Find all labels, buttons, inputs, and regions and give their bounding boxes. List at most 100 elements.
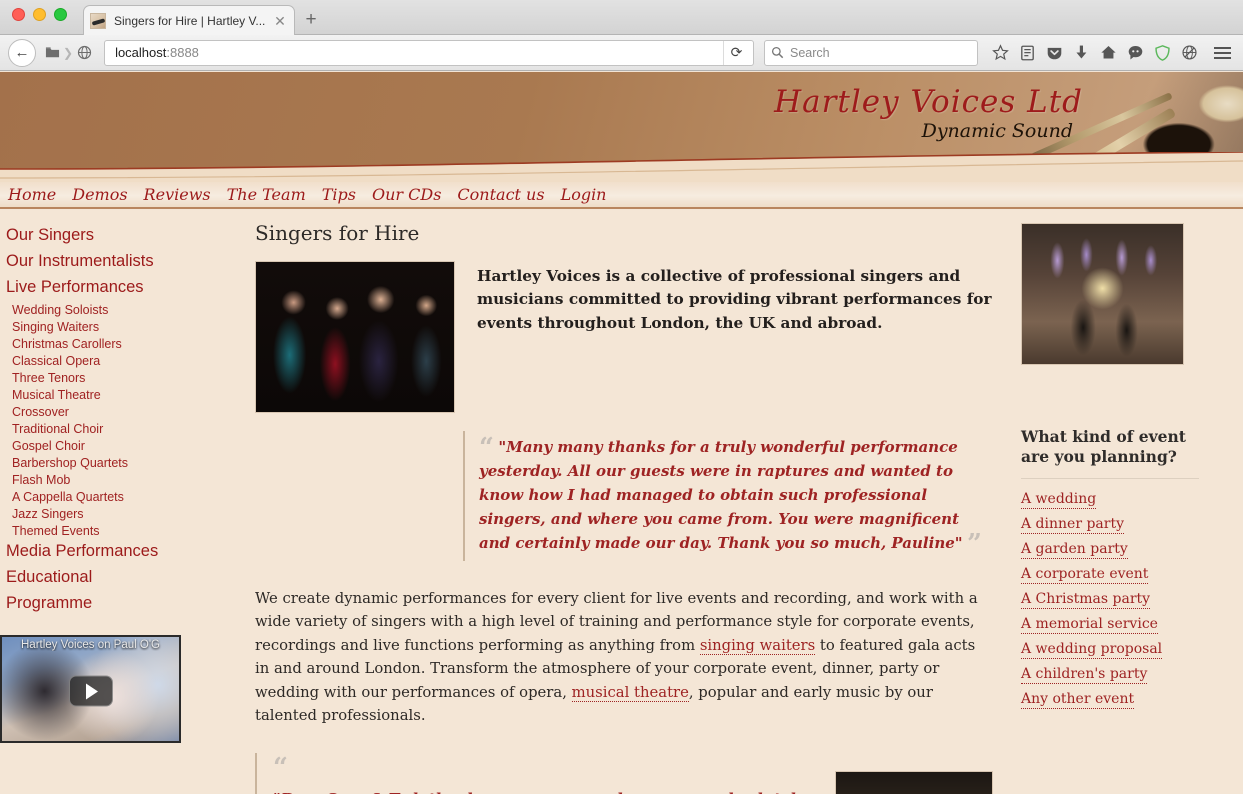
- event-link-a-childrens-party[interactable]: A children's party: [1021, 666, 1148, 684]
- page-body: Our Singers Our Instrumentalists Live Pe…: [0, 209, 1243, 794]
- browser-titlebar: Singers for Hire | Hartley V... ✕ +: [0, 0, 1243, 35]
- site-brand-title: Hartley Voices Ltd: [774, 84, 1083, 120]
- link-singing-waiters[interactable]: singing waiters: [699, 636, 816, 655]
- page-viewport: Hartley Voices Ltd Dynamic Sound Be clos…: [0, 72, 1243, 794]
- open-quote-icon-2: “: [273, 755, 811, 781]
- chat-icon[interactable]: [1123, 40, 1147, 66]
- nav-item: Login: [561, 185, 607, 205]
- sidebar-item-media-performances[interactable]: Media Performances: [6, 539, 195, 565]
- shield-icon[interactable]: [1150, 40, 1174, 66]
- nav-link-the-team[interactable]: The Team: [227, 185, 306, 204]
- open-quote-icon: “: [479, 433, 494, 463]
- nav-item: Reviews: [144, 185, 211, 205]
- dinner-performance-image: [835, 771, 993, 794]
- sidebar-item-jazz-singers[interactable]: Jazz Singers: [6, 505, 195, 522]
- event-link-a-christmas-party[interactable]: A Christmas party: [1021, 591, 1151, 609]
- event-link-a-wedding[interactable]: A wedding: [1021, 491, 1097, 509]
- nav-link-contact-us[interactable]: Contact us: [457, 185, 544, 204]
- breadcrumb-separator-icon: ❯: [63, 45, 74, 60]
- sidebar-item-a-cappella-quartets[interactable]: A Cappella Quartets: [6, 488, 195, 505]
- sidebar-item-singing-waiters[interactable]: Singing Waiters: [6, 318, 195, 335]
- event-link-a-memorial-service[interactable]: A memorial service: [1021, 616, 1158, 634]
- testimonial-1-text: "Many many thanks for a truly wonderful …: [479, 438, 963, 552]
- nav-link-demos[interactable]: Demos: [72, 185, 127, 204]
- site-header-banner: Hartley Voices Ltd Dynamic Sound Be clos…: [0, 72, 1243, 182]
- site-main-nav: Home Demos Reviews The Team Tips Our CDs…: [0, 182, 1243, 209]
- event-link-a-wedding-proposal[interactable]: A wedding proposal: [1021, 641, 1163, 659]
- marquee-performance-image: [1021, 223, 1184, 365]
- sidebar-item-three-tenors[interactable]: Three Tenors: [6, 369, 195, 386]
- play-button-icon[interactable]: [68, 675, 113, 707]
- nav-item: Demos: [72, 185, 127, 205]
- new-tab-button[interactable]: +: [300, 10, 322, 32]
- pocket-icon[interactable]: [1042, 40, 1066, 66]
- link-musical-theatre[interactable]: musical theatre: [571, 683, 689, 702]
- event-link-a-dinner-party[interactable]: A dinner party: [1021, 516, 1124, 534]
- event-link-any-other-event[interactable]: Any other event: [1021, 691, 1135, 709]
- video-player-widget[interactable]: Hartley Voices on Paul O'G: [0, 635, 181, 743]
- right-sidebar: What kind of event are you planning? A w…: [1011, 209, 1243, 794]
- main-content: Singers for Hire Hartley Voices is a col…: [195, 209, 1011, 794]
- minimize-window-button[interactable]: [33, 8, 46, 21]
- back-button[interactable]: ←: [8, 38, 36, 67]
- intro-lead-paragraph: Hartley Voices is a collective of profes…: [477, 267, 992, 332]
- reload-icon[interactable]: ⟳: [723, 40, 749, 65]
- browser-window: Singers for Hire | Hartley V... ✕ + ← ❯ …: [0, 0, 1243, 794]
- globe-icon[interactable]: [74, 43, 94, 63]
- testimonial-2-text: "Dear Sara & Ted, thank you so very much…: [273, 787, 811, 794]
- address-bar[interactable]: localhost:8888 ⟳: [104, 39, 754, 66]
- sidebar-item-traditional-choir[interactable]: Traditional Choir: [6, 420, 195, 437]
- sidebar-item-live-performances[interactable]: Live Performances: [6, 275, 195, 301]
- sidebar-item-christmas-carollers[interactable]: Christmas Carollers: [6, 335, 195, 352]
- url-host: localhost: [115, 45, 167, 60]
- nav-link-home[interactable]: Home: [8, 185, 56, 204]
- bookmark-star-icon[interactable]: [988, 40, 1012, 66]
- testimonial-2: “ "Dear Sara & Ted, thank you so very mu…: [255, 753, 811, 794]
- body-paragraph: We create dynamic performances for every…: [255, 587, 993, 727]
- menu-icon[interactable]: [1209, 40, 1235, 66]
- video-title: Hartley Voices on Paul O'G: [21, 639, 160, 651]
- sidebar-item-programme[interactable]: Programme: [6, 591, 195, 617]
- event-link-a-corporate-event[interactable]: A corporate event: [1021, 566, 1149, 584]
- folder-icon[interactable]: [42, 43, 62, 63]
- downloads-icon[interactable]: [1069, 40, 1093, 66]
- sidebar-item-educational[interactable]: Educational: [6, 565, 195, 591]
- browser-tab[interactable]: Singers for Hire | Hartley V... ✕: [83, 5, 295, 35]
- sidebar-item-classical-opera[interactable]: Classical Opera: [6, 352, 195, 369]
- intro-text-block: Hartley Voices is a collective of profes…: [455, 261, 993, 413]
- page-title: Singers for Hire: [255, 221, 420, 245]
- close-tab-icon[interactable]: ✕: [272, 14, 288, 28]
- left-sidebar: Our Singers Our Instrumentalists Live Pe…: [0, 209, 195, 794]
- close-window-button[interactable]: [12, 8, 25, 21]
- favicon-icon: [90, 12, 106, 29]
- sidebar-item-barbershop-quartets[interactable]: Barbershop Quartets: [6, 454, 195, 471]
- nav-link-reviews[interactable]: Reviews: [144, 185, 211, 204]
- sidebar-item-our-singers[interactable]: Our Singers: [6, 223, 195, 249]
- sidebar-item-our-instrumentalists[interactable]: Our Instrumentalists: [6, 249, 195, 275]
- sidebar-item-musical-theatre[interactable]: Musical Theatre: [6, 386, 195, 403]
- nav-link-tips[interactable]: Tips: [322, 185, 356, 204]
- event-planner-heading: What kind of event are you planning?: [1021, 427, 1186, 467]
- nav-link-our-cds[interactable]: Our CDs: [372, 185, 441, 204]
- sidebar-item-themed-events[interactable]: Themed Events: [6, 522, 195, 539]
- sidebar-item-flash-mob[interactable]: Flash Mob: [6, 471, 195, 488]
- sidebar-item-gospel-choir[interactable]: Gospel Choir: [6, 437, 195, 454]
- divider: [1021, 477, 1199, 479]
- nav-list: Home Demos Reviews The Team Tips Our CDs…: [0, 185, 606, 205]
- globe-slash-icon[interactable]: [1177, 40, 1201, 66]
- nav-item: Home: [8, 185, 56, 205]
- singers-group-image: [255, 261, 455, 413]
- sidebar-item-wedding-soloists[interactable]: Wedding Soloists: [6, 301, 195, 318]
- home-icon[interactable]: [1096, 40, 1120, 66]
- maximize-window-button[interactable]: [54, 8, 67, 21]
- tab-title: Singers for Hire | Hartley V...: [114, 13, 266, 28]
- reader-list-icon[interactable]: [1015, 40, 1039, 66]
- sidebar-item-crossover[interactable]: Crossover: [6, 403, 195, 420]
- browser-toolbar: ← ❯ localhost:8888 ⟳ Search: [0, 35, 1243, 71]
- open-quote-glyph: “: [273, 753, 288, 784]
- search-bar[interactable]: Search: [764, 39, 978, 66]
- close-quote-icon: ”: [967, 529, 983, 559]
- nav-link-login[interactable]: Login: [561, 185, 607, 204]
- event-link-a-garden-party[interactable]: A garden party: [1021, 541, 1128, 559]
- site-identity-breadcrumb: ❯: [42, 43, 94, 63]
